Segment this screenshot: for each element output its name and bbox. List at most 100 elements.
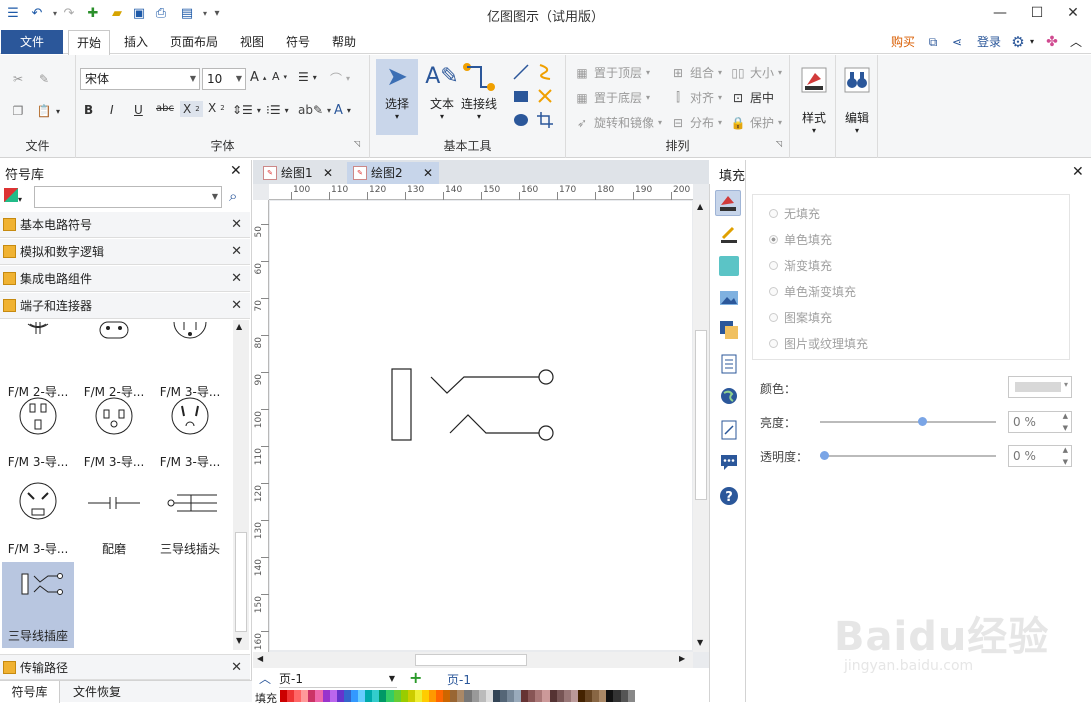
doc-tab-2-active[interactable]: ✎ 绘图2 ✕: [347, 162, 439, 184]
add-page-icon[interactable]: +: [409, 668, 422, 687]
line-panel-icon[interactable]: [719, 224, 739, 244]
close-tab-icon[interactable]: ✕: [323, 162, 333, 184]
line-tool-icon[interactable]: [512, 63, 530, 81]
library-basic-circuit[interactable]: 基本电路符号 ✕: [0, 212, 250, 238]
tab-home[interactable]: 开始: [68, 30, 110, 55]
palette-swatch[interactable]: [365, 690, 373, 702]
palette-swatch[interactable]: [478, 690, 486, 702]
socket-body-rect[interactable]: [391, 368, 412, 441]
symbol-tile[interactable]: F/M 3-导...: [2, 388, 74, 474]
brightness-input[interactable]: 0 % ▲ ▼: [1008, 411, 1072, 433]
canvas-vertical-scrollbar[interactable]: ▲ ▼: [693, 200, 709, 652]
fill-option-gradient[interactable]: 渐变填充: [769, 257, 832, 274]
font-size-select[interactable]: 10 ▼: [202, 68, 246, 90]
fill-panel-close-icon[interactable]: ✕: [1072, 164, 1084, 180]
bold-button[interactable]: B: [84, 103, 93, 117]
ellipse-tool-icon[interactable]: [512, 111, 530, 129]
fill-option-solid[interactable]: 单色填充: [769, 231, 832, 248]
color-palette[interactable]: [280, 690, 635, 702]
group-button[interactable]: ⊞ 组合 ▾: [670, 64, 722, 81]
center-button[interactable]: ⊡ 居中: [730, 89, 774, 106]
doc-tab-1[interactable]: ✎ 绘图1 ✕: [257, 162, 339, 184]
tab-insert[interactable]: 插入: [118, 30, 154, 54]
text-curve-icon[interactable]: ⌒ ▾: [330, 70, 350, 87]
palette-swatch[interactable]: [620, 690, 628, 702]
palette-swatch[interactable]: [436, 690, 444, 702]
palette-swatch[interactable]: [407, 690, 415, 702]
edit-button[interactable]: 编辑 ▾: [836, 59, 878, 137]
page-select[interactable]: 页-1 ▼: [279, 670, 397, 688]
socket-lower-lead[interactable]: [449, 414, 539, 434]
palette-swatch[interactable]: [350, 690, 359, 702]
minimize-button[interactable]: —: [985, 2, 1015, 24]
palette-swatch[interactable]: [521, 690, 529, 702]
palette-swatch[interactable]: [485, 690, 493, 702]
help-panel-icon[interactable]: ?: [719, 486, 739, 506]
symbol-scrollbar[interactable]: ▲ ▼: [233, 320, 249, 650]
palette-swatch[interactable]: [336, 690, 344, 702]
tab-symbol-library[interactable]: 符号库: [0, 681, 60, 703]
globe-panel-icon[interactable]: [719, 386, 739, 406]
connector-tool[interactable]: 连接线 ▾: [458, 59, 500, 137]
symbol-tile[interactable]: 三导线插头: [154, 475, 226, 561]
palette-swatch[interactable]: [400, 690, 408, 702]
align-button[interactable]: ⫿ 对齐 ▾: [670, 89, 722, 106]
palette-swatch[interactable]: [592, 690, 600, 702]
fill-panel-icon[interactable]: [715, 190, 741, 216]
close-button[interactable]: ✕: [1058, 2, 1088, 24]
palette-swatch[interactable]: [414, 690, 422, 702]
comment-panel-icon[interactable]: [719, 452, 739, 472]
scroll-up-icon[interactable]: ▲: [236, 322, 242, 331]
tab-view[interactable]: 视图: [234, 30, 270, 54]
palette-swatch[interactable]: [379, 690, 387, 702]
palette-swatch[interactable]: [585, 690, 593, 702]
symbol-search-input[interactable]: ▼: [34, 186, 222, 208]
send-to-back-button[interactable]: ▦ 置于底层 ▾: [574, 89, 650, 106]
close-library-icon[interactable]: ✕: [231, 239, 242, 265]
palette-swatch[interactable]: [577, 690, 586, 702]
font-color-icon[interactable]: A ▾: [334, 103, 351, 118]
fill-option-none[interactable]: 无填充: [769, 205, 820, 222]
grow-font-button[interactable]: A ▴: [250, 70, 266, 85]
palette-swatch[interactable]: [372, 690, 380, 702]
palette-swatch[interactable]: [514, 690, 522, 702]
page-tab[interactable]: 页-1: [447, 671, 471, 688]
socket-upper-lead[interactable]: [430, 376, 539, 394]
palette-swatch[interactable]: [322, 690, 330, 702]
font-name-select[interactable]: 宋体 ▼: [80, 68, 200, 90]
palette-swatch[interactable]: [606, 690, 614, 702]
copy-icon[interactable]: ❐: [10, 103, 26, 119]
palette-swatch[interactable]: [450, 690, 458, 702]
protect-button[interactable]: 🔒 保护 ▾: [730, 114, 783, 131]
tab-symbol[interactable]: 符号: [280, 30, 316, 54]
palette-swatch[interactable]: [358, 690, 366, 702]
scroll-right-icon[interactable]: ▶: [679, 654, 685, 663]
socket-upper-terminal[interactable]: [538, 369, 554, 385]
palette-swatch[interactable]: [294, 690, 302, 702]
maximize-button[interactable]: ☐: [1022, 2, 1052, 24]
shadow-panel-icon[interactable]: [719, 256, 739, 276]
login-link[interactable]: 登录: [972, 30, 1006, 54]
close-library-icon[interactable]: ✕: [231, 212, 242, 238]
palette-swatch[interactable]: [343, 690, 351, 702]
palette-swatch[interactable]: [542, 690, 550, 702]
symbol-scroll-thumb[interactable]: [235, 532, 247, 632]
transparency-input[interactable]: 0 % ▲ ▼: [1008, 445, 1072, 467]
canvas-hscroll-thumb[interactable]: [415, 654, 527, 666]
size-button[interactable]: ▯▯ 大小 ▾: [730, 64, 782, 81]
scroll-up-icon[interactable]: ▲: [697, 202, 703, 211]
palette-swatch[interactable]: [613, 690, 621, 702]
color-picker[interactable]: ▾: [1008, 376, 1072, 398]
palette-swatch[interactable]: [599, 690, 607, 702]
share-icon[interactable]: ⋖: [948, 30, 966, 54]
bring-to-front-button[interactable]: ▦ 置于顶层 ▾: [574, 64, 650, 81]
settings-dropdown-icon[interactable]: ▾: [1027, 30, 1037, 54]
brightness-slider[interactable]: [820, 417, 996, 426]
palette-swatch[interactable]: [471, 690, 479, 702]
close-library-icon[interactable]: ✕: [231, 655, 242, 681]
palette-swatch[interactable]: [464, 690, 472, 702]
palette-swatch[interactable]: [507, 690, 515, 702]
theme-icon[interactable]: ✤: [1042, 30, 1062, 54]
tab-help[interactable]: 帮助: [326, 30, 362, 54]
scroll-down-icon[interactable]: ▼: [697, 638, 703, 647]
